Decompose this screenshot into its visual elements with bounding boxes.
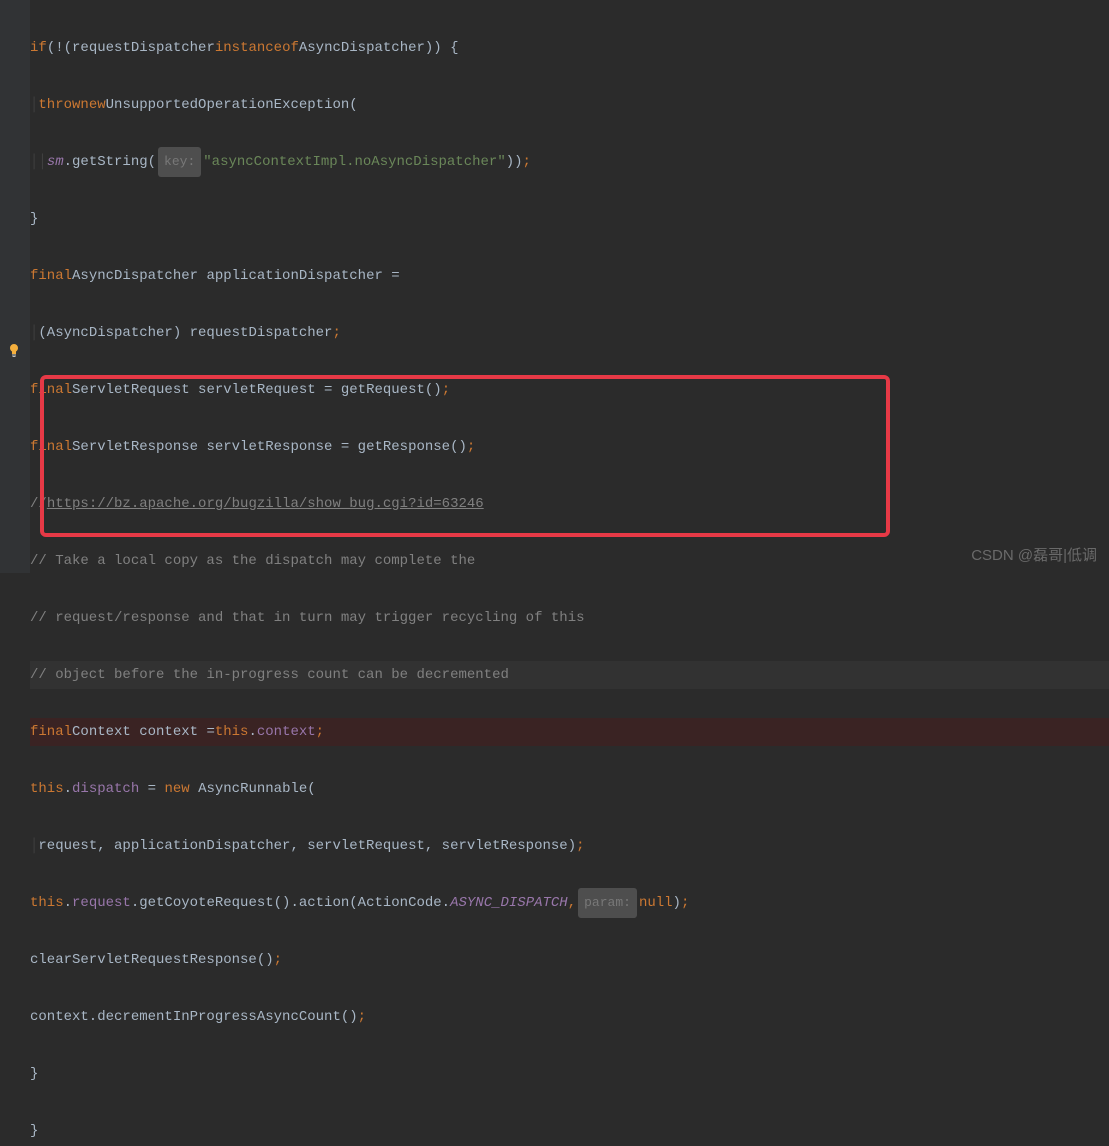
- code-line: this.request.getCoyoteRequest().action(A…: [30, 889, 1109, 918]
- class-name: AsyncDispatcher)) {: [299, 34, 459, 63]
- arguments: request, applicationDispatcher, servletR…: [38, 832, 576, 861]
- code-line: // request/response and that in turn may…: [30, 604, 1109, 633]
- editor-gutter: [0, 0, 30, 573]
- semicolon: ;: [442, 376, 450, 405]
- code-editor[interactable]: if (!(requestDispatcher instanceof Async…: [0, 0, 1109, 1146]
- string-literal: "asyncContextImpl.noAsyncDispatcher": [203, 148, 505, 177]
- keyword-final: final: [30, 262, 72, 291]
- declaration: Context context =: [72, 718, 215, 747]
- code-line-active: // object before the in-progress count c…: [30, 661, 1109, 690]
- field: dispatch: [72, 775, 139, 804]
- comment-url[interactable]: https://bz.apache.org/bugzilla/show_bug.…: [47, 490, 484, 519]
- dot: .: [64, 889, 72, 918]
- identifier: requestDispatcher: [72, 34, 215, 63]
- code-line: │ │ sm.getString( key: "asyncContextImpl…: [30, 148, 1109, 177]
- paren: (!(: [47, 34, 72, 63]
- code-line: final AsyncDispatcher applicationDispatc…: [30, 262, 1109, 291]
- field: sm: [47, 148, 64, 177]
- param-hint: param:: [578, 888, 637, 919]
- keyword-throw: throw: [38, 91, 80, 120]
- keyword-this: this: [30, 775, 64, 804]
- constant: ASYNC_DISPATCH: [450, 889, 568, 918]
- comment-slash: //: [30, 490, 47, 519]
- class-name: UnsupportedOperationException(: [106, 91, 358, 120]
- lightbulb-icon[interactable]: [6, 343, 22, 359]
- code-line: if (!(requestDispatcher instanceof Async…: [30, 34, 1109, 63]
- code-line: // https://bz.apache.org/bugzilla/show_b…: [30, 490, 1109, 519]
- code-line: this.dispatch = new AsyncRunnable(: [30, 775, 1109, 804]
- code-line: // Take a local copy as the dispatch may…: [30, 547, 1109, 576]
- declaration: ServletResponse servletResponse = getRes…: [72, 433, 467, 462]
- equals: =: [139, 775, 164, 804]
- param-hint: key:: [158, 147, 201, 178]
- comment: // object before the in-progress count c…: [30, 661, 509, 690]
- field: context: [257, 718, 316, 747]
- keyword-instanceof: instanceof: [215, 34, 299, 63]
- code-line: }: [30, 1117, 1109, 1146]
- keyword-null: null: [639, 889, 673, 918]
- keyword-final: final: [30, 718, 72, 747]
- comma: ,: [568, 889, 576, 918]
- keyword-this: this: [30, 889, 64, 918]
- code-line: }: [30, 205, 1109, 234]
- keyword-final: final: [30, 376, 72, 405]
- semicolon: ;: [576, 832, 584, 861]
- semicolon: ;: [332, 319, 340, 348]
- keyword-new: new: [80, 91, 105, 120]
- keyword-this: this: [215, 718, 249, 747]
- field: request: [72, 889, 131, 918]
- method-call: context.decrementInProgressAsyncCount(): [30, 1003, 358, 1032]
- dot: .: [64, 775, 72, 804]
- method-chain: .getCoyoteRequest().action(ActionCode.: [131, 889, 450, 918]
- code-line: }: [30, 1060, 1109, 1089]
- brace: }: [30, 205, 38, 234]
- code-line: final ServletResponse servletResponse = …: [30, 433, 1109, 462]
- brace: }: [30, 1060, 38, 1089]
- declaration: ServletRequest servletRequest = getReque…: [72, 376, 442, 405]
- semicolon: ;: [467, 433, 475, 462]
- code-line-highlighted: final Context context = this.context;: [30, 718, 1109, 747]
- semicolon: ;: [681, 889, 689, 918]
- method-call: .getString(: [64, 148, 156, 177]
- dot: .: [248, 718, 256, 747]
- paren: ): [673, 889, 681, 918]
- semicolon: ;: [358, 1003, 366, 1032]
- semicolon: ;: [523, 148, 531, 177]
- semicolon: ;: [316, 718, 324, 747]
- brace: }: [30, 1117, 38, 1146]
- keyword-final: final: [30, 433, 72, 462]
- declaration: AsyncDispatcher applicationDispatcher =: [72, 262, 400, 291]
- watermark: CSDN @磊哥|低调: [971, 544, 1097, 565]
- keyword-new: new: [164, 775, 189, 804]
- comment: // Take a local copy as the dispatch may…: [30, 547, 475, 576]
- keyword-if: if: [30, 34, 47, 63]
- code-line: final ServletRequest servletRequest = ge…: [30, 376, 1109, 405]
- semicolon: ;: [274, 946, 282, 975]
- code-line: │ request, applicationDispatcher, servle…: [30, 832, 1109, 861]
- code-line: │ (AsyncDispatcher) requestDispatcher;: [30, 319, 1109, 348]
- code-line: │ throw new UnsupportedOperationExceptio…: [30, 91, 1109, 120]
- class-name: AsyncRunnable(: [190, 775, 316, 804]
- cast-expr: (AsyncDispatcher) requestDispatcher: [38, 319, 332, 348]
- code-line: context.decrementInProgressAsyncCount();: [30, 1003, 1109, 1032]
- paren: )): [506, 148, 523, 177]
- method-call: clearServletRequestResponse(): [30, 946, 274, 975]
- code-line: clearServletRequestResponse();: [30, 946, 1109, 975]
- comment: // request/response and that in turn may…: [30, 604, 585, 633]
